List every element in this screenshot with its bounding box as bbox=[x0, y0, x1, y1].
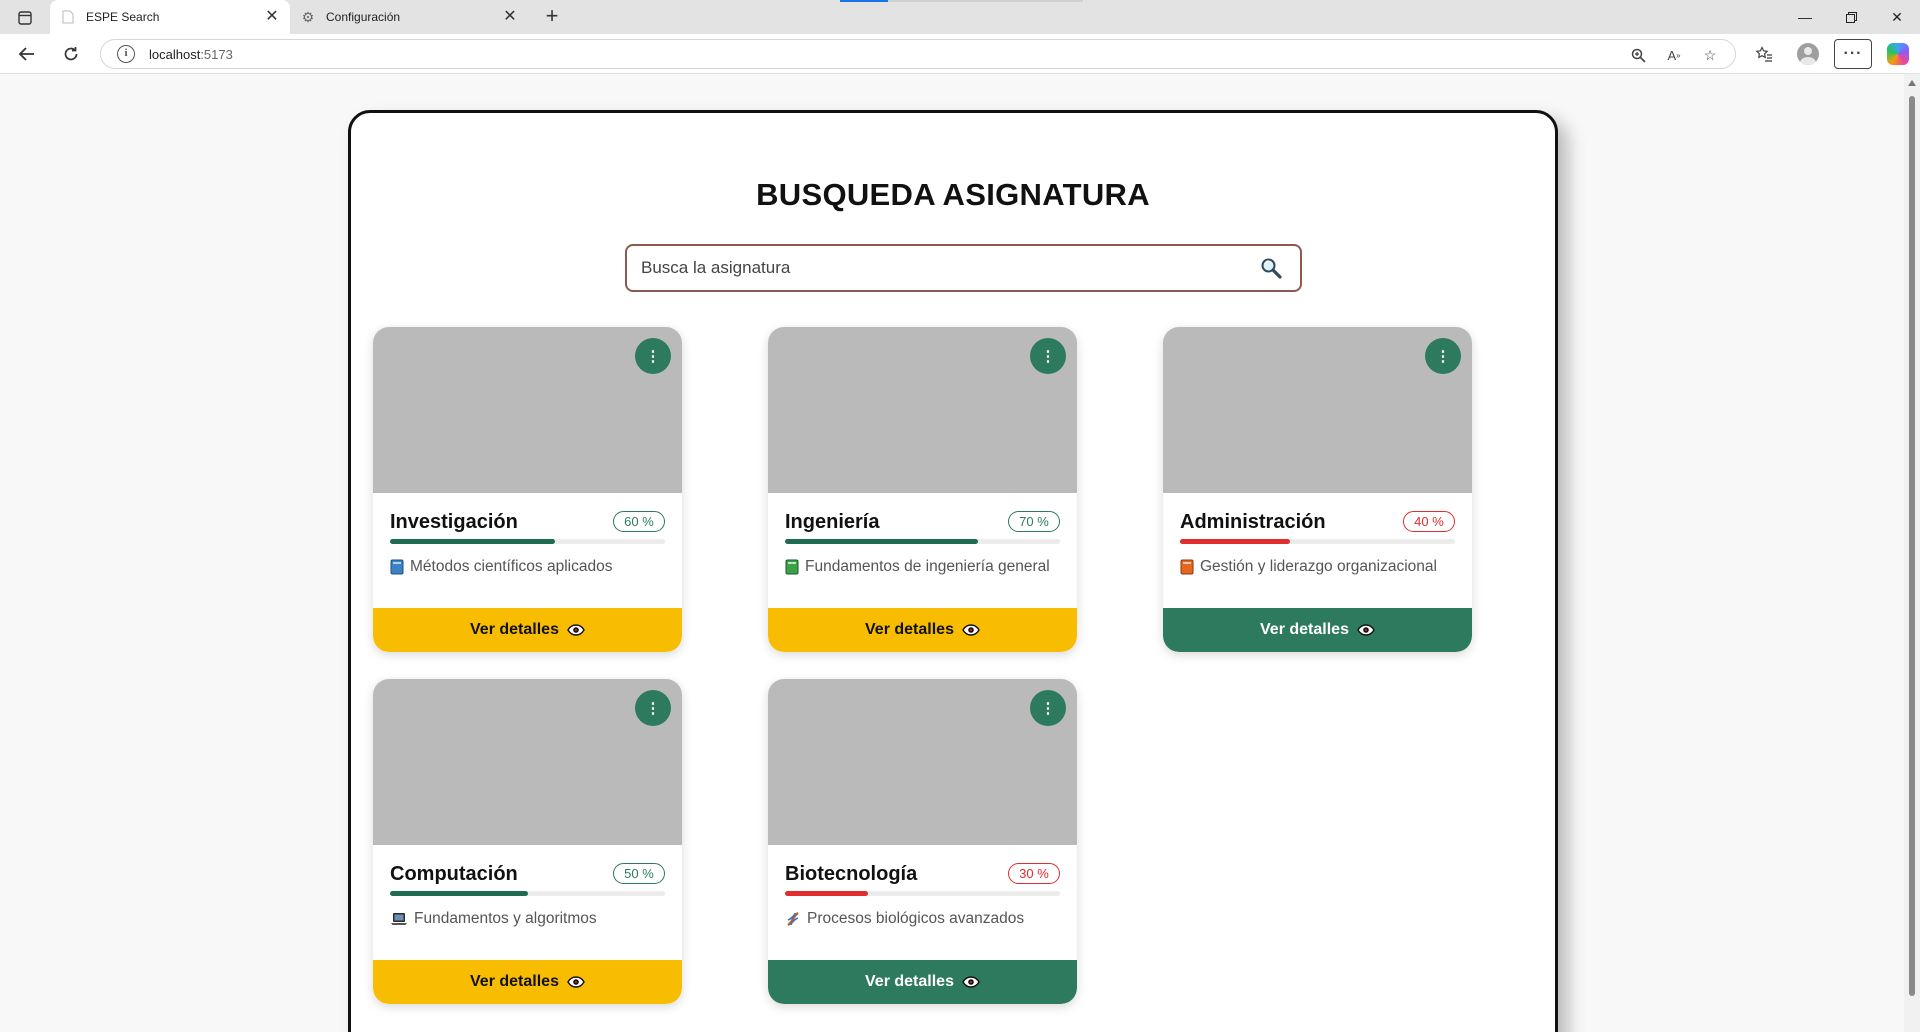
eye-icon bbox=[567, 624, 585, 636]
loading-track bbox=[888, 0, 1083, 2]
card-description: Fundamentos de ingeniería general bbox=[785, 558, 1050, 576]
card-title: Computación bbox=[390, 863, 518, 885]
progress-fill bbox=[390, 891, 528, 896]
new-tab-button[interactable]: + bbox=[538, 4, 566, 30]
orange-book-icon bbox=[1180, 559, 1194, 575]
page-title: BUSQUEDA ASIGNATURA bbox=[756, 177, 1150, 212]
card-description: Métodos científicos aplicados bbox=[390, 558, 612, 576]
view-details-button[interactable]: Ver detalles bbox=[373, 960, 682, 1004]
progress-fill bbox=[390, 539, 555, 544]
progress-fill bbox=[1180, 539, 1290, 544]
close-icon[interactable]: ✕ bbox=[264, 9, 280, 25]
gear-icon: ⚙ bbox=[301, 8, 315, 25]
progress-bar bbox=[785, 539, 1060, 544]
dna-icon bbox=[785, 911, 801, 927]
loading-indicator bbox=[840, 0, 888, 2]
toolbar-right: ··· bbox=[1738, 39, 1920, 69]
card-title: Ingeniería bbox=[785, 511, 880, 533]
url-text: localhost:5173 bbox=[149, 46, 233, 62]
scrollbar-thumb[interactable] bbox=[1909, 96, 1915, 996]
view-details-button[interactable]: Ver detalles bbox=[768, 960, 1077, 1004]
card-title: Administración bbox=[1180, 511, 1326, 533]
progress-badge: 70 % bbox=[1008, 511, 1060, 532]
subject-card-computacion: ⋮ Computación 50 % Fundamentos y algorit… bbox=[373, 679, 682, 1004]
card-title: Investigación bbox=[390, 511, 518, 533]
view-details-button[interactable]: Ver detalles bbox=[373, 608, 682, 652]
progress-badge: 50 % bbox=[613, 863, 665, 884]
progress-badge: 30 % bbox=[1008, 863, 1060, 884]
blank-page-icon bbox=[60, 9, 76, 25]
read-aloud-icon[interactable]: A» bbox=[1663, 44, 1685, 66]
browser-toolbar: i localhost:5173 A» ☆ ··· bbox=[0, 34, 1920, 74]
kebab-menu-icon[interactable]: ⋮ bbox=[1425, 338, 1461, 374]
tab-title: Configuración bbox=[326, 10, 401, 24]
card-description: Gestión y liderazgo organizacional bbox=[1180, 558, 1437, 576]
view-details-button[interactable]: Ver detalles bbox=[768, 608, 1077, 652]
info-icon[interactable]: i bbox=[117, 45, 135, 63]
progress-badge: 60 % bbox=[613, 511, 665, 532]
kebab-menu-icon[interactable]: ⋮ bbox=[635, 690, 671, 726]
eye-icon bbox=[1357, 624, 1375, 636]
progress-bar bbox=[1180, 539, 1455, 544]
tab-espe-search[interactable]: ESPE Search ✕ bbox=[50, 0, 290, 34]
kebab-menu-icon[interactable]: ⋮ bbox=[1030, 690, 1066, 726]
search-box bbox=[625, 244, 1302, 292]
card-description: Procesos biológicos avanzados bbox=[785, 910, 1024, 928]
page-viewport: BUSQUEDA ASIGNATURA ⋮ Investigación 60 %… bbox=[0, 75, 1904, 1032]
zoom-icon[interactable] bbox=[1627, 44, 1649, 66]
back-arrow-icon[interactable] bbox=[12, 40, 42, 68]
card-description: Fundamentos y algoritmos bbox=[390, 910, 597, 928]
blue-book-icon bbox=[390, 559, 404, 575]
refresh-icon[interactable] bbox=[56, 40, 86, 68]
close-icon[interactable]: ✕ bbox=[502, 9, 518, 25]
window-controls: — ✕ bbox=[1782, 0, 1920, 34]
tab-configuracion[interactable]: ⚙ Configuración ✕ bbox=[290, 0, 528, 34]
scroll-up-arrow-icon[interactable] bbox=[1908, 80, 1916, 86]
search-input[interactable] bbox=[641, 258, 1256, 278]
address-bar[interactable]: i localhost:5173 A» ☆ bbox=[100, 39, 1736, 69]
eye-icon bbox=[567, 976, 585, 988]
address-actions: A» ☆ bbox=[1627, 44, 1721, 66]
minimize-icon[interactable]: — bbox=[1782, 0, 1828, 34]
kebab-menu-icon[interactable]: ⋮ bbox=[635, 338, 671, 374]
eye-icon bbox=[962, 976, 980, 988]
restore-icon[interactable] bbox=[1828, 0, 1874, 34]
vertical-scrollbar[interactable] bbox=[1904, 74, 1920, 1032]
eye-icon bbox=[962, 624, 980, 636]
subject-card-biotecnologia: ⋮ Biotecnología 30 % Procesos biológicos… bbox=[768, 679, 1077, 1004]
profile-avatar[interactable] bbox=[1790, 39, 1826, 69]
progress-fill bbox=[785, 891, 868, 896]
tab-title: ESPE Search bbox=[86, 10, 160, 24]
subject-card-administracion: ⋮ Administración 40 % Gestión y liderazg… bbox=[1163, 327, 1472, 652]
favorite-star-icon[interactable]: ☆ bbox=[1699, 44, 1721, 66]
progress-bar bbox=[390, 539, 665, 544]
card-title: Biotecnología bbox=[785, 863, 918, 885]
progress-badge: 40 % bbox=[1403, 511, 1455, 532]
progress-bar bbox=[785, 891, 1060, 896]
progress-fill bbox=[785, 539, 978, 544]
favorites-icon[interactable] bbox=[1746, 39, 1782, 69]
close-window-icon[interactable]: ✕ bbox=[1874, 0, 1920, 34]
green-book-icon bbox=[785, 559, 799, 575]
subject-card-investigacion: ⋮ Investigación 60 % Métodos científicos… bbox=[373, 327, 682, 652]
tab-actions-icon[interactable] bbox=[10, 5, 40, 31]
kebab-menu-icon[interactable]: ⋮ bbox=[1030, 338, 1066, 374]
view-details-button[interactable]: Ver detalles bbox=[1163, 608, 1472, 652]
search-panel: BUSQUEDA ASIGNATURA ⋮ Investigación 60 %… bbox=[348, 110, 1558, 1032]
magnifier-icon[interactable] bbox=[1256, 253, 1286, 283]
browser-tab-bar: ESPE Search ✕ ⚙ Configuración ✕ + — ✕ bbox=[0, 0, 1920, 34]
laptop-icon bbox=[390, 912, 408, 926]
copilot-icon[interactable] bbox=[1880, 39, 1916, 69]
more-options-icon[interactable]: ··· bbox=[1834, 39, 1872, 69]
subject-card-ingenieria: ⋮ Ingeniería 70 % Fundamentos de ingenie… bbox=[768, 327, 1077, 652]
progress-bar bbox=[390, 891, 665, 896]
